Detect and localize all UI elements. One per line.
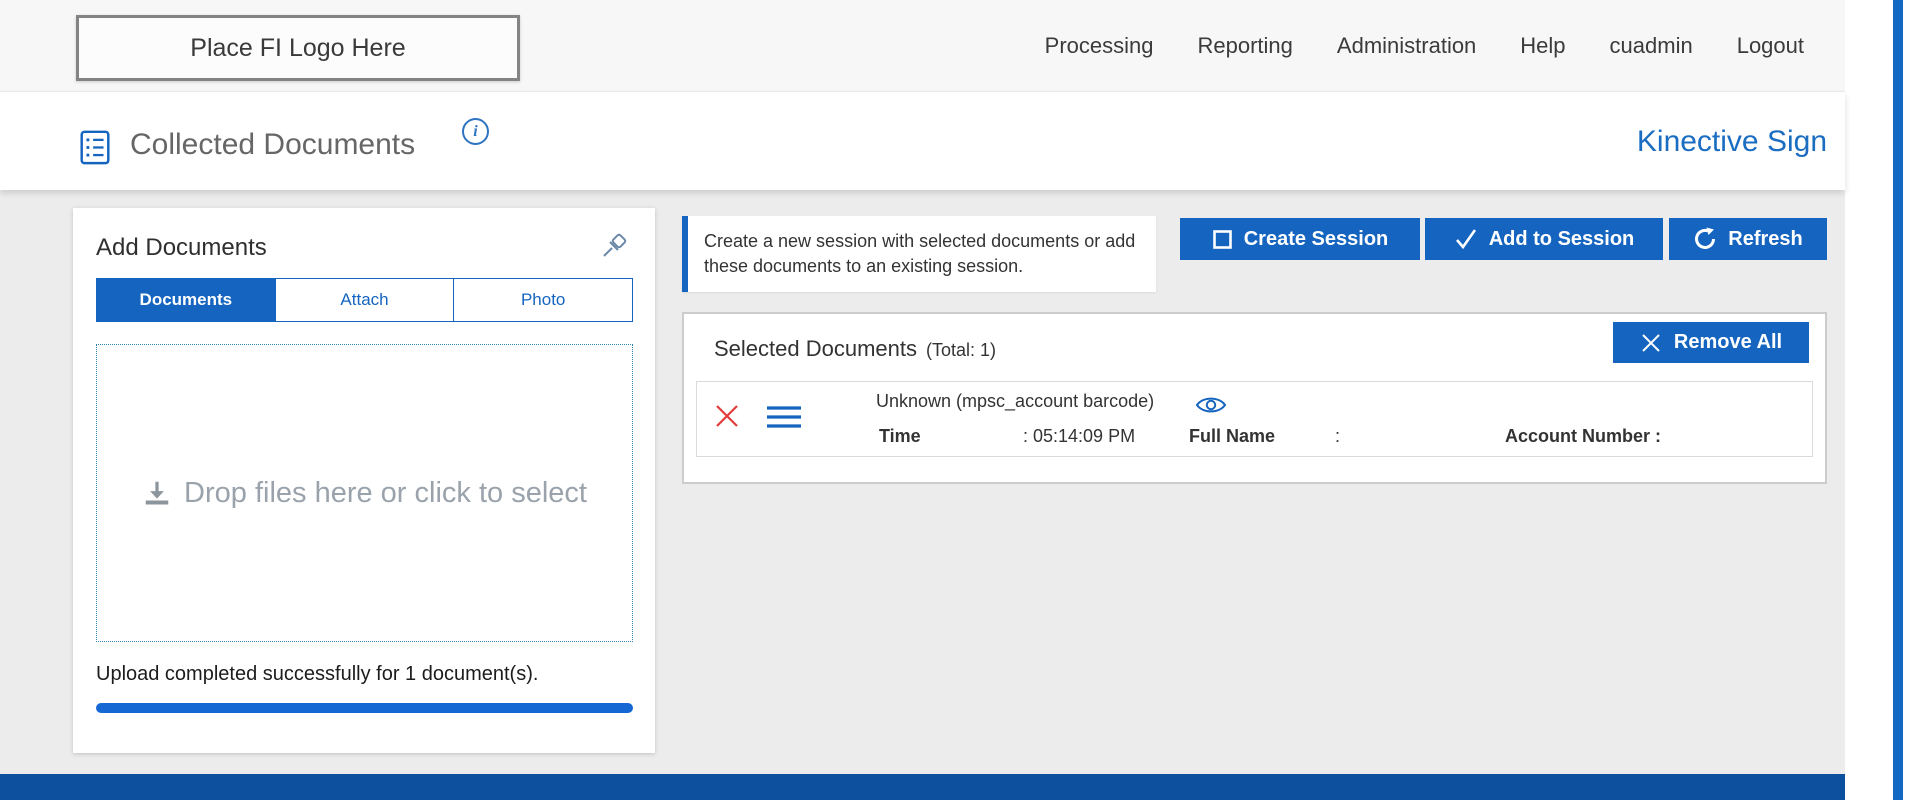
add-documents-tabs: Documents Attach Photo <box>96 278 633 322</box>
brand-kinective-sign: Kinective Sign <box>1637 125 1827 159</box>
add-documents-title: Add Documents <box>96 234 267 262</box>
main-nav: Processing Reporting Administration Help… <box>1045 0 1804 92</box>
scrollbar[interactable] <box>1893 0 1903 800</box>
remove-document-icon[interactable] <box>714 403 740 429</box>
info-icon[interactable]: i <box>462 118 489 145</box>
collected-documents-icon <box>76 128 114 166</box>
remove-all-button[interactable]: Remove All <box>1613 322 1809 363</box>
nav-item-help[interactable]: Help <box>1520 33 1565 59</box>
download-icon <box>142 478 172 508</box>
nav-item-cuadmin[interactable]: cuadmin <box>1610 33 1693 59</box>
document-name: Unknown (mpsc_account barcode) <box>876 391 1154 412</box>
tab-documents[interactable]: Documents <box>97 279 276 321</box>
selected-documents-panel: Selected Documents (Total: 1) Remove All <box>682 312 1827 484</box>
nav-item-processing[interactable]: Processing <box>1045 33 1154 59</box>
upload-progress-bar <box>96 703 633 713</box>
upload-status-text: Upload completed successfully for 1 docu… <box>96 663 538 686</box>
pin-icon[interactable] <box>599 232 629 262</box>
time-label: Time <box>879 426 921 447</box>
refresh-button[interactable]: Refresh <box>1669 218 1827 260</box>
footer-bar <box>0 774 1845 800</box>
nav-item-administration[interactable]: Administration <box>1337 33 1476 59</box>
dropzone-text: Drop files here or click to select <box>184 477 587 510</box>
check-icon <box>1454 228 1478 250</box>
tab-photo[interactable]: Photo <box>454 279 632 321</box>
refresh-label: Refresh <box>1728 228 1802 251</box>
selected-documents-total: (Total: 1) <box>926 340 996 361</box>
page: Place FI Logo Here Processing Reporting … <box>0 0 1845 800</box>
account-number-label: Account Number : <box>1505 426 1661 447</box>
selected-documents-header: Selected Documents (Total: 1) <box>714 336 996 362</box>
full-name-label: Full Name <box>1189 426 1275 447</box>
fi-logo-text: Place FI Logo Here <box>190 34 405 63</box>
square-icon <box>1212 229 1233 250</box>
nav-item-reporting[interactable]: Reporting <box>1198 33 1293 59</box>
add-to-session-label: Add to Session <box>1489 228 1635 251</box>
create-session-label: Create Session <box>1244 228 1389 251</box>
close-icon <box>1640 332 1662 354</box>
top-bar: Place FI Logo Here Processing Reporting … <box>0 0 1845 92</box>
nav-item-logout[interactable]: Logout <box>1737 33 1804 59</box>
time-value: : 05:14:09 PM <box>1023 426 1135 447</box>
preview-eye-icon[interactable] <box>1195 393 1227 417</box>
refresh-icon <box>1693 227 1717 251</box>
create-session-button[interactable]: Create Session <box>1180 218 1420 260</box>
drag-handle-icon[interactable] <box>766 405 802 429</box>
remove-all-label: Remove All <box>1674 331 1782 354</box>
file-dropzone[interactable]: Drop files here or click to select <box>96 344 633 642</box>
add-documents-card: Add Documents Documents Attach Photo Dro… <box>73 208 655 753</box>
tab-attach[interactable]: Attach <box>276 279 455 321</box>
selected-documents-title: Selected Documents <box>714 336 917 362</box>
fi-logo-placeholder: Place FI Logo Here <box>76 15 520 81</box>
session-info-message: Create a new session with selected docum… <box>682 216 1156 292</box>
page-title: Collected Documents <box>130 128 415 162</box>
add-to-session-button[interactable]: Add to Session <box>1425 218 1663 260</box>
selected-document-row: Unknown (mpsc_account barcode) Time : 05… <box>696 381 1813 457</box>
content-area: Add Documents Documents Attach Photo Dro… <box>0 190 1845 774</box>
full-name-value: : <box>1335 426 1340 447</box>
